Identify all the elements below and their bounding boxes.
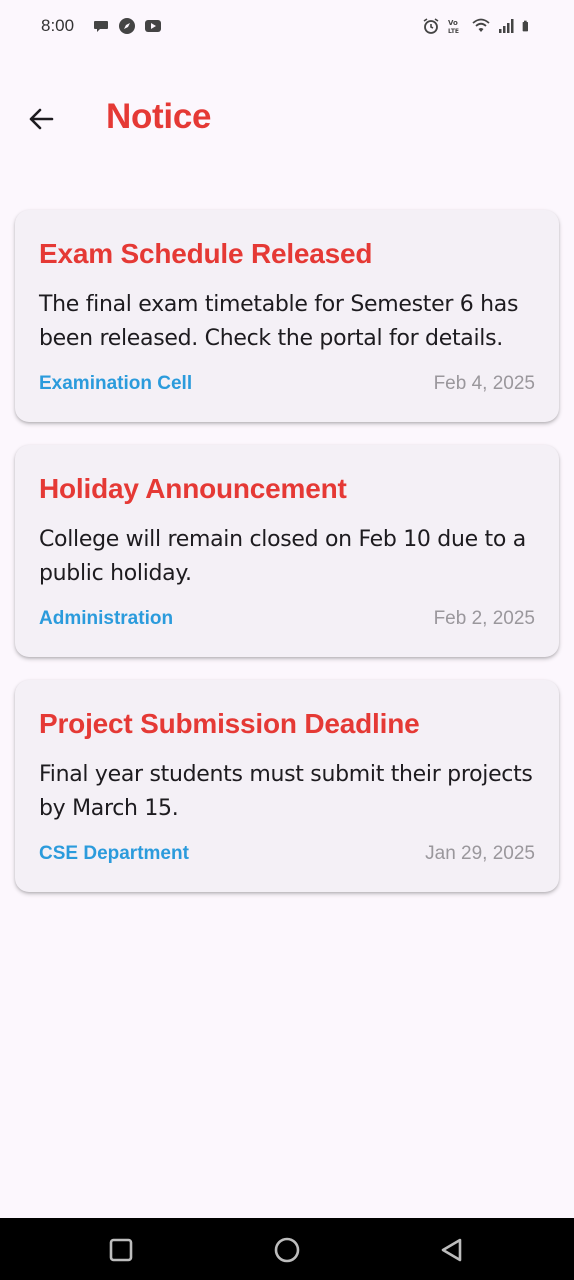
notice-title: Exam Schedule Released bbox=[39, 238, 373, 269]
status-notification-icons bbox=[92, 17, 162, 35]
compass-icon bbox=[119, 18, 135, 34]
signal-icon bbox=[499, 19, 514, 33]
notice-department: CSE Department bbox=[39, 843, 189, 864]
system-nav-bar bbox=[0, 1218, 574, 1280]
status-bar: 8:00 Vo LTE bbox=[0, 0, 574, 52]
notice-department: Examination Cell bbox=[39, 373, 193, 394]
notice-date: Feb 4, 2025 bbox=[433, 373, 535, 394]
notice-card[interactable]: Project Submission Deadline Final year s… bbox=[15, 680, 559, 892]
notice-list: Exam Schedule Released The final exam ti… bbox=[15, 210, 559, 915]
notice-body: The final exam timetable for Semester 6 … bbox=[39, 292, 519, 351]
status-system-icons: Vo LTE bbox=[422, 17, 534, 35]
svg-text:Vo: Vo bbox=[448, 19, 458, 27]
chat-bubble-icon bbox=[94, 21, 108, 32]
notice-body: Final year students must submit their pr… bbox=[39, 762, 533, 821]
home-circle-icon[interactable] bbox=[273, 1236, 301, 1264]
arrow-back-icon bbox=[29, 108, 54, 130]
back-button[interactable] bbox=[20, 98, 62, 140]
page-title: Notice bbox=[106, 97, 212, 136]
wifi-icon bbox=[472, 18, 490, 32]
notice-department: Administration bbox=[39, 608, 174, 629]
app-bar: Notice bbox=[0, 88, 574, 150]
notice-date: Feb 2, 2025 bbox=[433, 608, 535, 629]
recents-square-icon[interactable] bbox=[107, 1236, 135, 1264]
notice-card[interactable]: Exam Schedule Released The final exam ti… bbox=[15, 210, 559, 422]
notice-title: Holiday Announcement bbox=[39, 473, 347, 504]
notice-title: Project Submission Deadline bbox=[39, 708, 420, 739]
battery-icon bbox=[522, 20, 528, 32]
youtube-icon bbox=[145, 20, 161, 32]
back-triangle-icon[interactable] bbox=[438, 1236, 466, 1264]
status-time: 8:00 bbox=[41, 16, 75, 35]
alarm-icon bbox=[423, 18, 439, 34]
volte-icon: Vo LTE bbox=[448, 19, 459, 35]
svg-text:LTE: LTE bbox=[448, 28, 459, 35]
notice-date: Jan 29, 2025 bbox=[425, 843, 535, 864]
notice-card[interactable]: Holiday Announcement College will remain… bbox=[15, 445, 559, 657]
notice-body: College will remain closed on Feb 10 due… bbox=[39, 527, 526, 586]
